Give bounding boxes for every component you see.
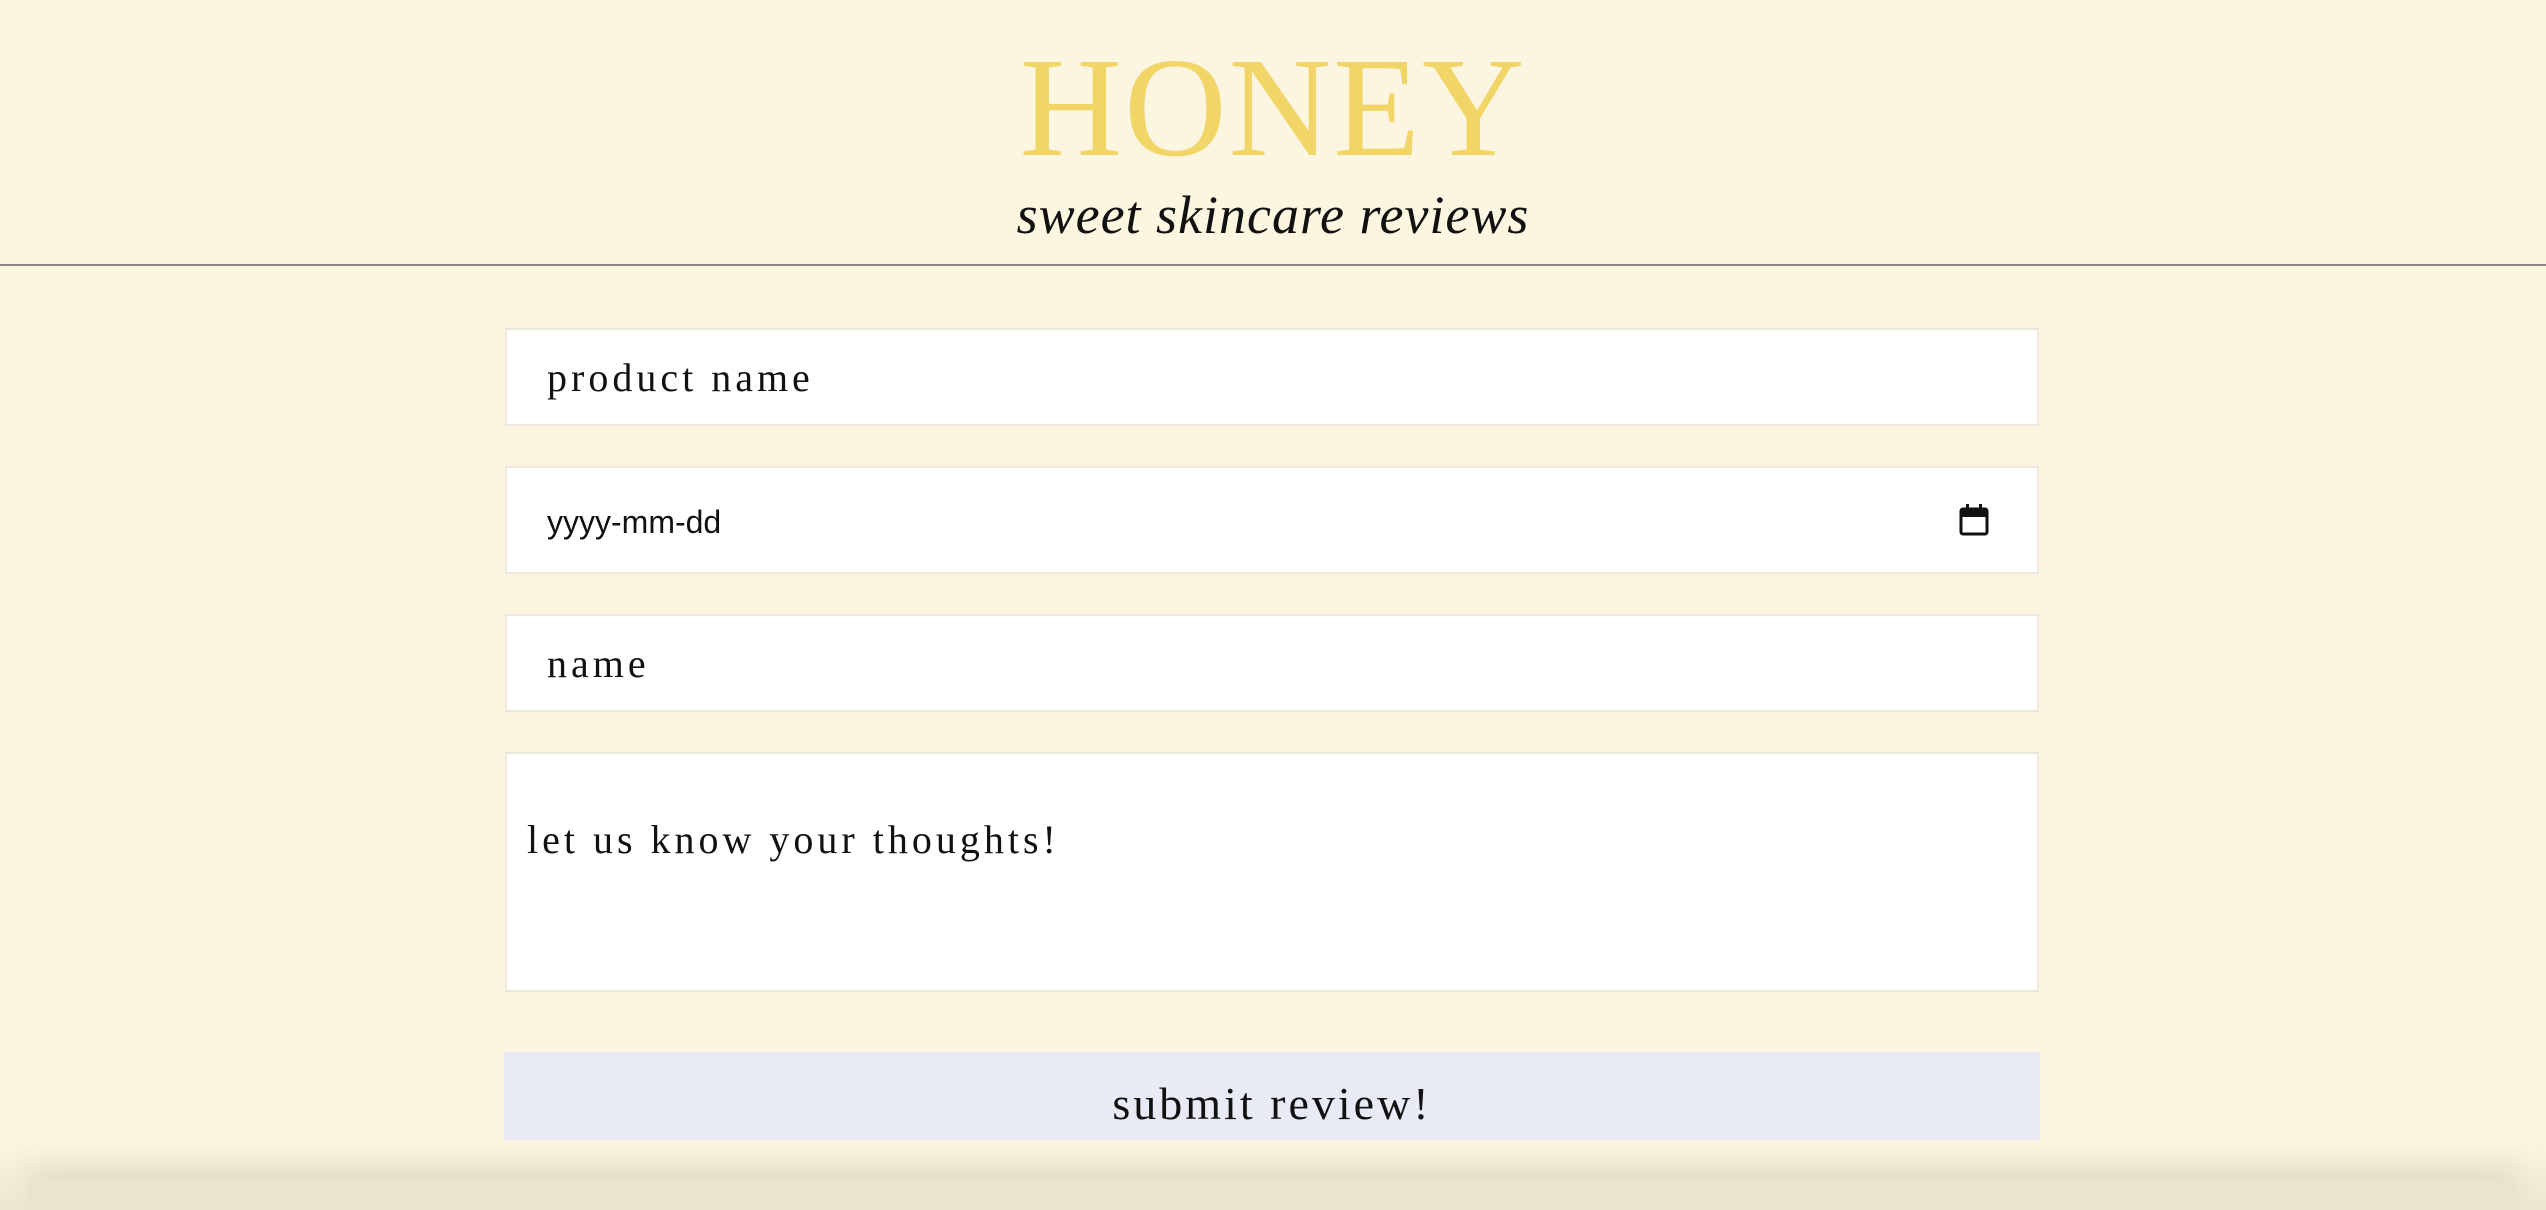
header-divider: [0, 264, 2546, 266]
review-textarea[interactable]: let us know your thoughts!: [505, 752, 2039, 992]
date-input[interactable]: yyyy-mm-dd: [505, 466, 2039, 574]
brand-logo: HONEY: [1019, 28, 1527, 186]
name-placeholder: name: [547, 641, 650, 686]
footer-bar: [30, 1180, 2516, 1210]
review-placeholder: let us know your thoughts!: [527, 817, 1060, 862]
product-name-placeholder: product name: [547, 355, 814, 400]
product-name-input[interactable]: product name: [505, 328, 2039, 426]
submit-review-button[interactable]: submit review!: [504, 1052, 2040, 1140]
date-placeholder: yyyy-mm-dd: [547, 504, 722, 540]
tagline: sweet skincare reviews: [1016, 185, 1530, 245]
calendar-icon[interactable]: [1959, 504, 1989, 536]
site-header: HONEY sweet skincare reviews: [0, 0, 2546, 264]
name-input[interactable]: name: [505, 614, 2039, 712]
